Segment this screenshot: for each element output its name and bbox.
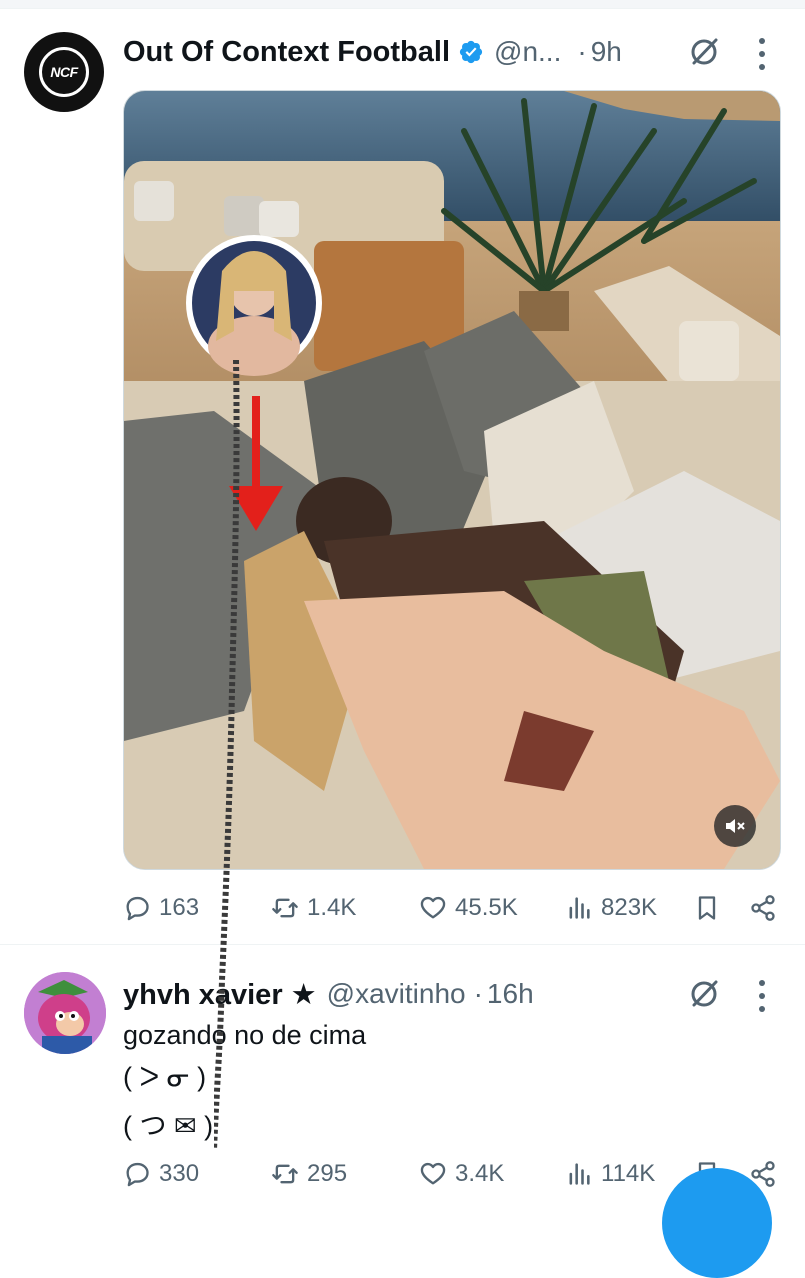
avatar-logo-text: NCF <box>50 64 78 80</box>
views-count: 823K <box>601 894 658 921</box>
views-icon <box>569 1163 590 1185</box>
like-icon <box>420 1162 446 1185</box>
ncf-logo-icon: NCF <box>39 47 89 97</box>
grok-icon[interactable] <box>688 36 720 68</box>
reply-views-count: 114K <box>601 1160 656 1187</box>
repost-icon <box>272 1164 298 1184</box>
views-icon <box>569 897 590 919</box>
reply-text-line-3: ( つ ✉ ) <box>123 1111 214 1141</box>
repost-button[interactable]: 1.4K <box>271 894 419 922</box>
reply-icon <box>126 1162 149 1187</box>
views-button[interactable]: 823K <box>565 894 693 922</box>
author-avatar[interactable]: NCF <box>24 32 104 112</box>
reply-like-button[interactable]: 3.4K <box>419 1160 565 1188</box>
like-button[interactable]: 45.5K <box>419 894 565 922</box>
grok-icon[interactable] <box>688 978 720 1010</box>
repost-icon <box>272 898 298 918</box>
reply-reply-count: 330 <box>159 1160 200 1187</box>
share-button[interactable] <box>749 894 777 922</box>
tweet-divider <box>0 944 805 945</box>
chain-doodle-overlay <box>214 360 240 1150</box>
more-icon[interactable] <box>758 980 766 1012</box>
reply-repost-button[interactable]: 295 <box>271 1160 419 1188</box>
repost-count: 1.4K <box>307 894 357 921</box>
share-icon <box>751 895 775 921</box>
reply-time[interactable]: 16h <box>487 978 534 1010</box>
author-handle[interactable]: @n... <box>494 36 561 68</box>
verified-badge-icon <box>459 40 483 64</box>
reply-reply-button[interactable]: 330 <box>123 1160 271 1188</box>
reply-button[interactable]: 163 <box>123 894 271 922</box>
meta-separator: · <box>577 36 587 67</box>
mute-button[interactable] <box>714 805 756 847</box>
reply-count: 163 <box>159 894 200 921</box>
sonic-avatar-icon <box>24 972 106 1054</box>
top-separator <box>0 0 805 9</box>
like-icon <box>420 896 446 919</box>
reply-author-avatar[interactable] <box>24 972 106 1054</box>
compose-button[interactable] <box>662 1168 772 1278</box>
reply-text-line-2: ( ᐳ ᓂ ) <box>123 1062 207 1092</box>
tweet-time[interactable]: 9h <box>591 36 622 68</box>
reply-header: yhvh xavier ★ @xavitinho · 16h <box>123 974 534 1014</box>
reply-text-line-1: gozando no de cima <box>123 1020 367 1050</box>
reply-repost-count: 295 <box>307 1160 348 1187</box>
bookmark-button[interactable] <box>693 894 749 922</box>
reply-views-button[interactable]: 114K <box>565 1160 693 1188</box>
reply-author-handle[interactable]: @xavitinho <box>327 978 466 1010</box>
mute-icon <box>726 819 745 833</box>
reply-meta-separator: · <box>473 978 483 1009</box>
bookmark-icon <box>698 896 716 920</box>
tweet-header: Out Of Context Football @n... · 9h <box>123 32 622 72</box>
reply-like-count: 3.4K <box>455 1160 505 1187</box>
like-count: 45.5K <box>455 894 518 921</box>
more-icon[interactable] <box>758 38 766 70</box>
author-name[interactable]: Out Of Context Football <box>123 36 450 69</box>
reply-icon <box>126 896 149 921</box>
